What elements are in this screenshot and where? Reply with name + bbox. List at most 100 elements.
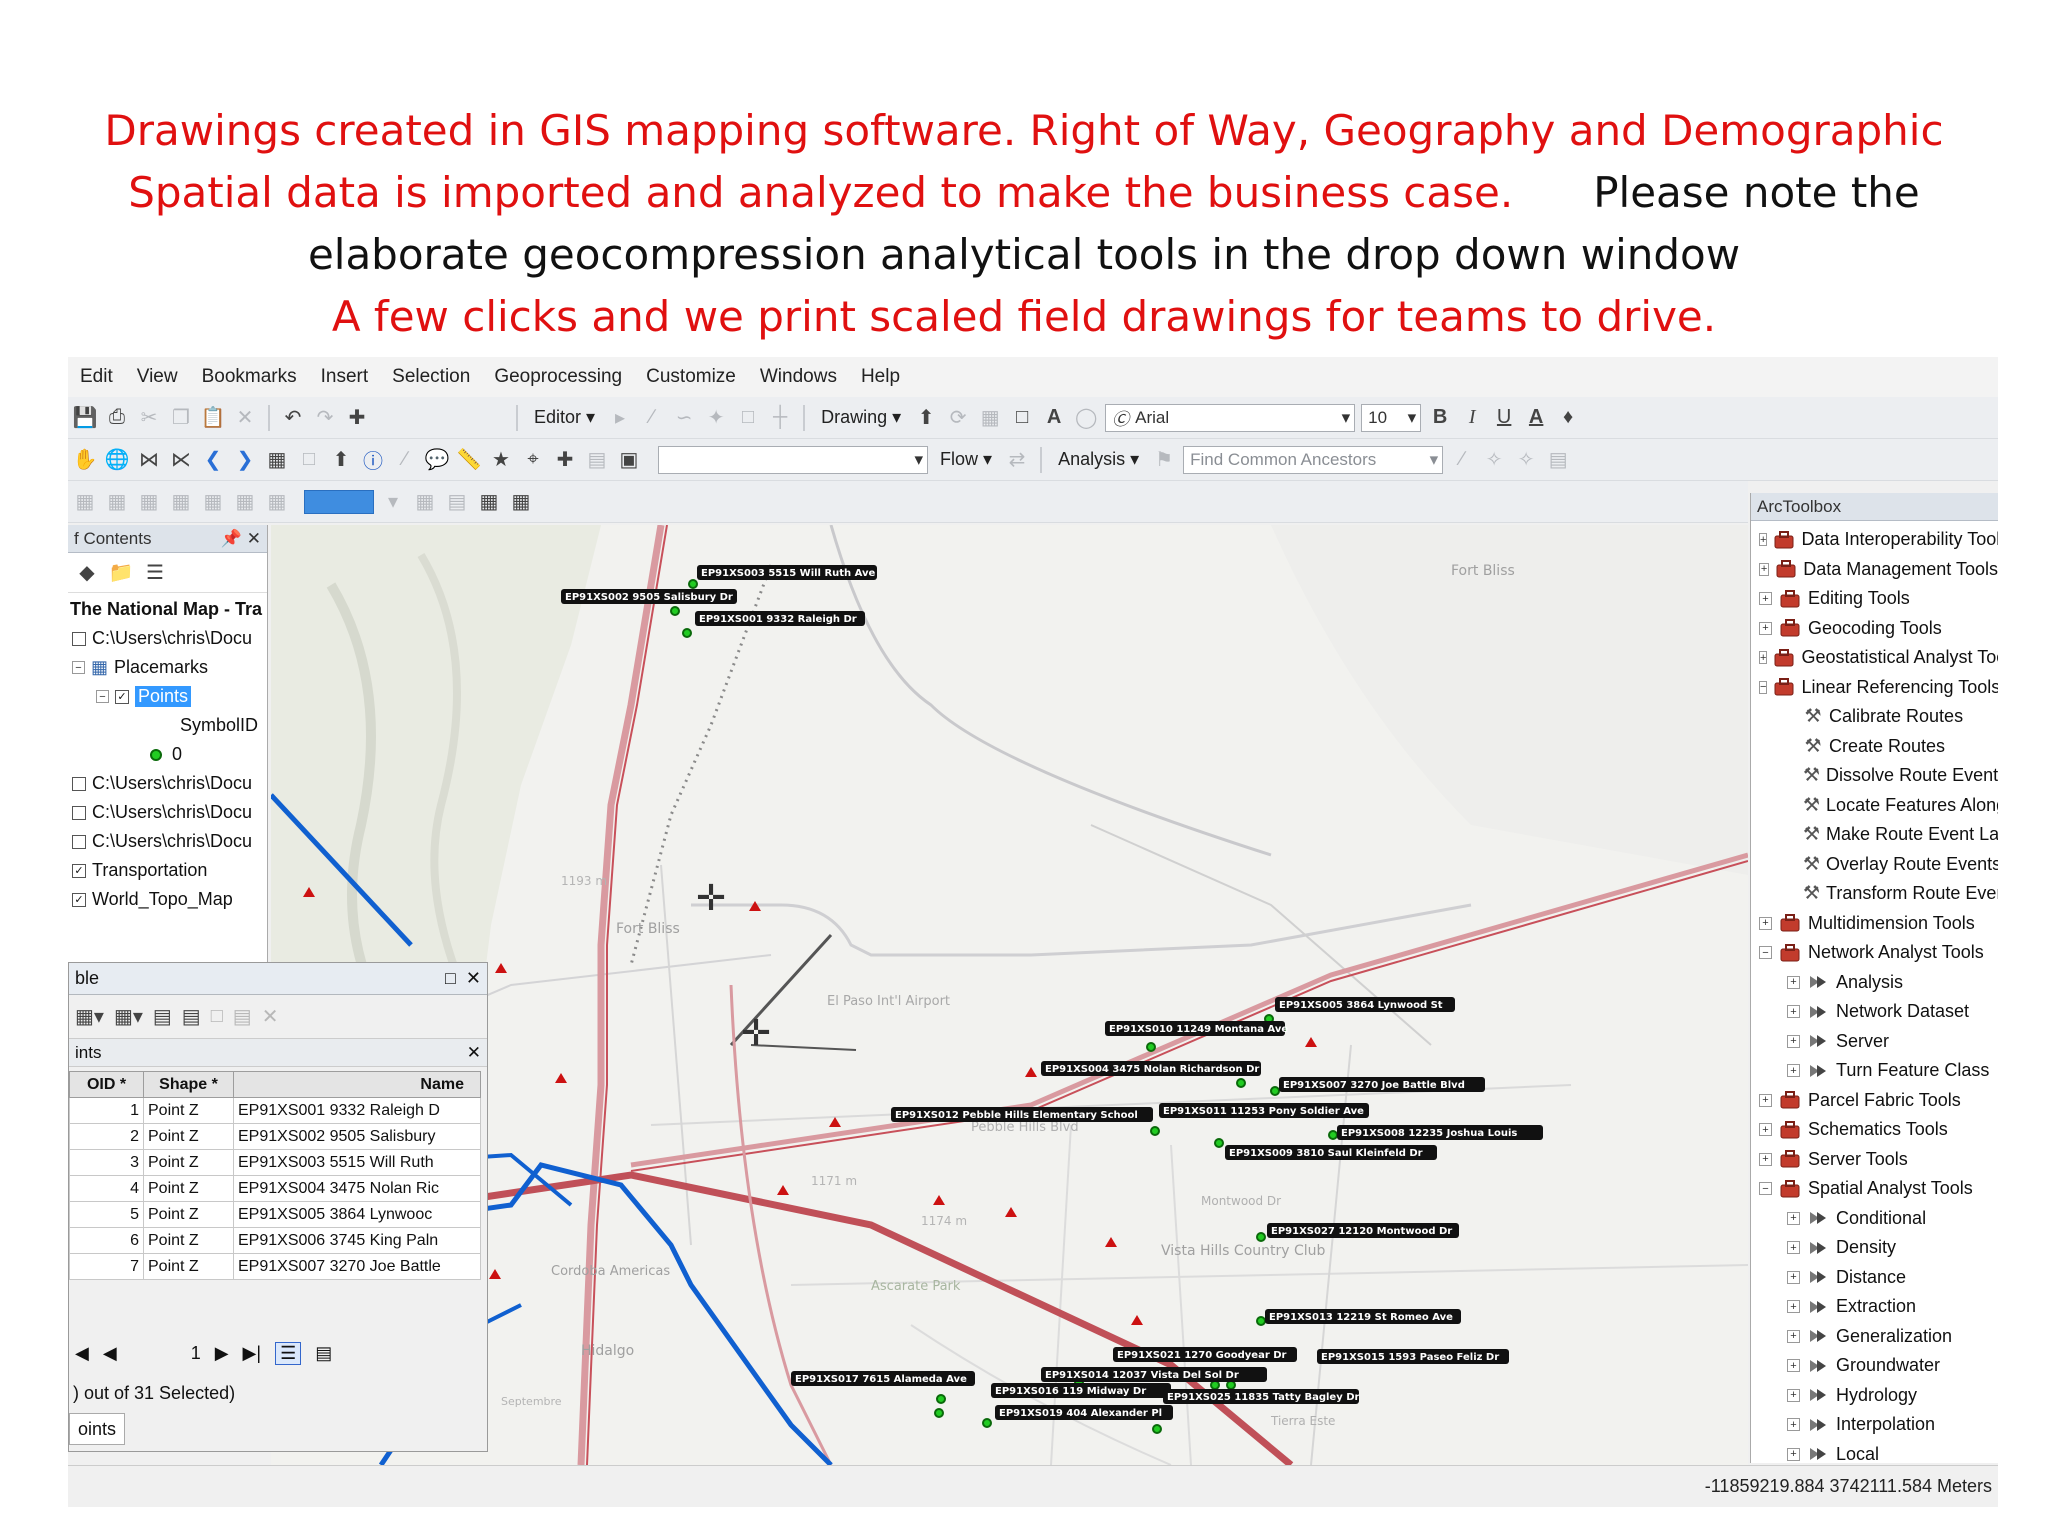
toc-layer[interactable]: C:\Users\chris\Docu [68,798,267,827]
time-slider-icon[interactable]: ▤ [584,447,610,473]
list-by-visibility-icon[interactable]: ☰ [142,560,168,586]
close-icon[interactable]: ✕ [247,529,261,548]
show-selected-records-icon[interactable]: ▤ [315,1343,332,1364]
route-icon[interactable]: ⌖ [520,447,546,473]
toolbox-item[interactable]: + Network Dataset [1751,997,1998,1027]
flow-arrows-icon[interactable]: ⇄ [1004,447,1030,473]
view-tool-1-icon[interactable]: ▦ [412,489,438,515]
collapse-icon[interactable]: − [1759,680,1768,694]
layout-tool-1-icon[interactable]: ▦ [72,489,98,515]
expand-icon[interactable]: + [1759,592,1772,606]
delete-selected-icon[interactable]: ✕ [262,1004,279,1029]
measure-icon[interactable]: 📏 [456,447,482,473]
expand-icon[interactable]: + [1759,916,1772,930]
list-by-drawing-order-icon[interactable]: ◆ [74,560,100,586]
expand-icon[interactable]: + [1787,1005,1800,1019]
table-row[interactable]: 6 Point Z EP91XS006 3745 King Paln [69,1227,481,1254]
toolbox-item[interactable]: + Editing Tools [1751,584,1998,614]
expand-icon[interactable]: + [1787,1034,1800,1048]
toolbox-item[interactable]: + Server Tools [1751,1145,1998,1175]
expand-icon[interactable]: + [1787,1388,1800,1402]
reshape-icon[interactable]: □ [735,405,761,431]
layout-tool-6-icon[interactable]: ▦ [232,489,258,515]
table-row[interactable]: 2 Point Z EP91XS002 9505 Salisbury [69,1123,481,1150]
font-color-button[interactable]: A [1523,405,1549,431]
menu-help[interactable]: Help [861,366,900,388]
checkbox-empty[interactable] [72,834,86,849]
close-icon[interactable]: ✕ [466,968,481,988]
expand-icon[interactable]: + [1787,1418,1800,1432]
switch-selection-icon[interactable]: ▤ [182,1004,201,1029]
toolbox-item[interactable]: + Data Interoperability Tools [1751,525,1998,555]
expand-icon[interactable]: + [1787,1359,1800,1373]
table-row[interactable]: 5 Point Z EP91XS005 3864 Lynwooc [69,1201,481,1228]
print-icon[interactable]: ⎙ [104,405,130,431]
layout-tool-7-icon[interactable]: ▦ [264,489,290,515]
menu-edit[interactable]: Edit [80,366,113,388]
html-popup-icon[interactable]: 💬 [424,447,450,473]
delete-icon[interactable]: ✕ [232,405,258,431]
toolbox-item[interactable]: + Generalization [1751,1322,1998,1352]
cut-icon[interactable]: ✂ [136,405,162,431]
view-tool-4-icon[interactable]: ▦ [508,489,534,515]
previous-record-icon[interactable]: ◀ [103,1343,117,1364]
forward-icon[interactable]: ❯ [232,447,258,473]
expand-icon[interactable]: + [1787,1300,1800,1314]
toolbox-item[interactable]: − Spatial Analyst Tools [1751,1174,1998,1204]
italic-button[interactable]: I [1459,405,1485,431]
split-icon[interactable]: ✦ [703,405,729,431]
find-icon[interactable]: ★ [488,447,514,473]
toolbox-item[interactable]: + Groundwater [1751,1351,1998,1381]
menu-insert[interactable]: Insert [321,366,369,388]
expand-icon[interactable]: + [1787,1447,1800,1461]
checkbox-empty[interactable] [72,631,86,646]
toolbox-item[interactable]: + Hydrology [1751,1381,1998,1411]
toc-layer[interactable]: C:\Users\chris\Docu [68,827,267,856]
expand-icon[interactable]: + [1787,975,1800,989]
expand-icon[interactable]: + [1759,621,1772,635]
add-data-icon[interactable]: ✚ [344,405,370,431]
layout-tool-4-icon[interactable]: ▦ [168,489,194,515]
pin-icon[interactable]: 📌 [221,529,242,548]
last-record-icon[interactable]: ▶| [243,1343,262,1364]
view-tool-3-icon[interactable]: ▦ [476,489,502,515]
checkbox-empty[interactable] [72,805,86,820]
scale-field[interactable] [304,489,374,514]
rotate-icon[interactable]: ┼ [767,405,793,431]
next-record-icon[interactable]: ▶ [215,1343,229,1364]
fill-color-icon[interactable]: ♦ [1555,405,1581,431]
trace-flag-icon[interactable]: ⚑ [1151,447,1177,473]
network-tool-3-icon[interactable]: ▤ [1545,447,1571,473]
zoom-whole-page-icon[interactable]: ▦ [977,405,1003,431]
copy-icon[interactable]: ❐ [168,405,194,431]
toolbox-item[interactable]: + Analysis [1751,968,1998,998]
toolbox-item[interactable]: − Linear Referencing Tools [1751,673,1998,703]
column-header[interactable]: Shape * [143,1071,234,1098]
rotate-element-icon[interactable]: ⟳ [945,405,971,431]
table-options-icon[interactable]: ▦▾ [75,1004,104,1029]
straight-segment-icon[interactable]: ∕ [639,405,665,431]
expand-icon[interactable]: + [1759,651,1768,665]
toolbox-item[interactable]: ⚒ Overlay Route Events [1751,850,1998,880]
toc-layer[interactable]: C:\Users\chris\Docu [68,769,267,798]
flow-menu[interactable]: Flow ▾ [934,449,998,470]
column-header[interactable]: OID * [69,1071,144,1098]
menu-customize[interactable]: Customize [646,366,736,388]
collapse-icon[interactable]: − [1759,946,1772,960]
drawing-menu[interactable]: Drawing ▾ [815,407,907,428]
toc-layer-transportation[interactable]: ✓ Transportation [68,856,267,885]
toolbox-item[interactable]: + Distance [1751,1263,1998,1293]
map-canvas[interactable]: ✛ ✛ Fort Bliss Fort Bliss El Paso Int'l … [271,525,1748,1465]
toc-layer-world-topo[interactable]: ✓ World_Topo_Map [68,885,267,914]
toc-layer[interactable]: C:\Users\chris\Docu [68,624,267,653]
clear-selection-icon[interactable]: □ [296,447,322,473]
toolbox-item[interactable]: ⚒ Create Routes [1751,732,1998,762]
solve-icon[interactable]: ∕ [1449,447,1475,473]
expand-icon[interactable]: + [1759,533,1768,547]
toc-dataframe[interactable]: The National Map - Tra [68,595,267,624]
globe-icon[interactable]: 🌐 [104,447,130,473]
clear-selection-icon[interactable]: □ [211,1005,223,1028]
close-icon[interactable]: ✕ [467,1043,481,1063]
expand-icon[interactable]: + [1787,1270,1800,1284]
expand-icon[interactable]: + [1759,562,1770,576]
